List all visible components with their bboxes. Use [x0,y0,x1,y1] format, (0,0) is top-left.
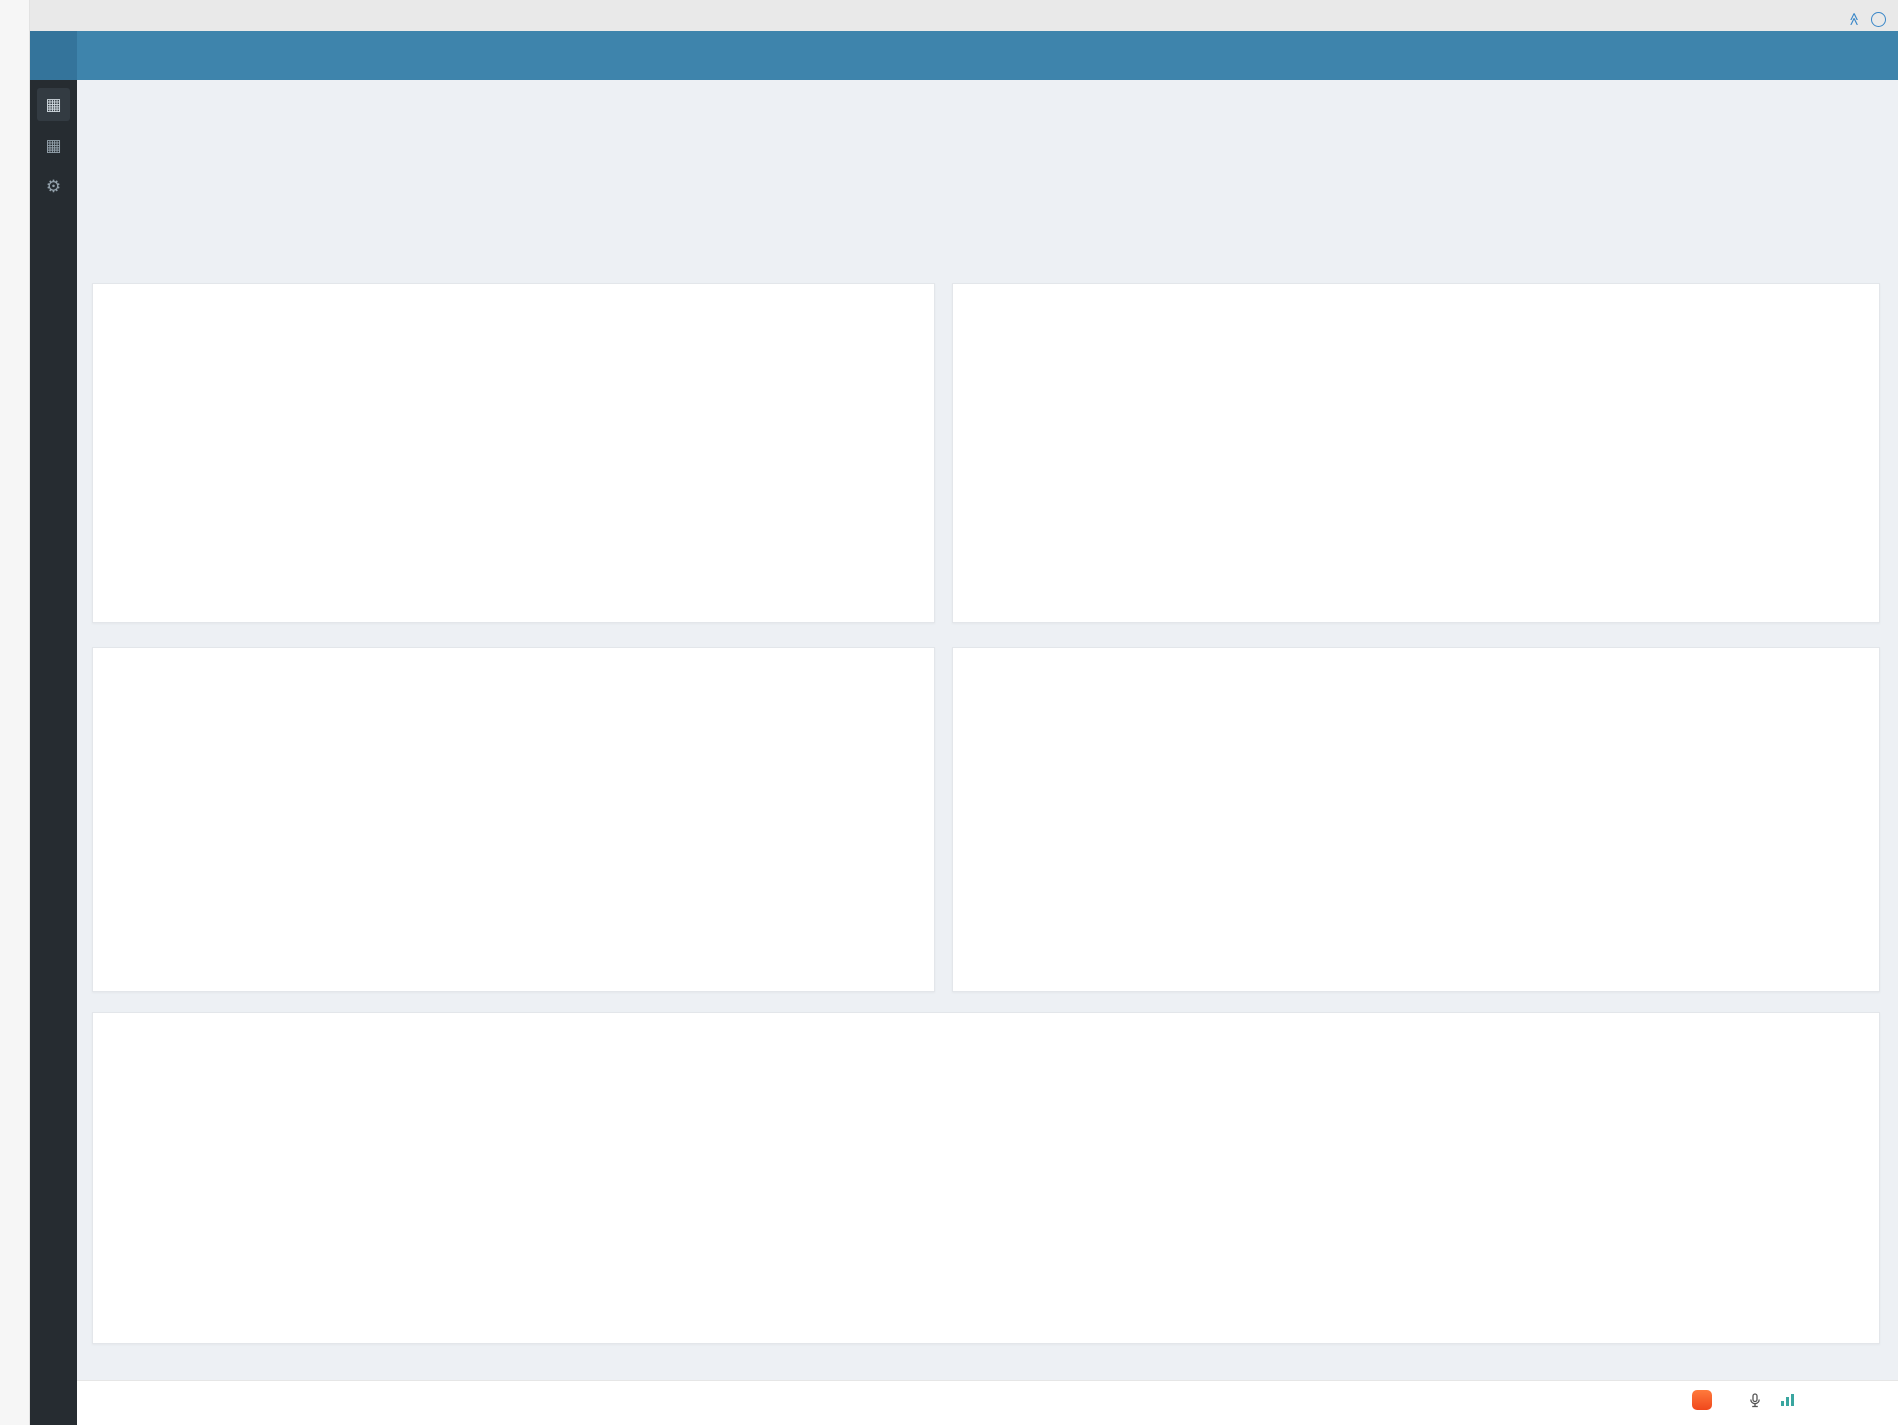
main-content [77,80,1898,1425]
product-pie-chart[interactable] [443,728,655,940]
panel-monthly [92,283,935,623]
sidebar-item-dashboard[interactable]: ▦ [37,88,70,121]
ime-toolbar [1692,1390,1813,1410]
help-icon[interactable] [1871,12,1886,27]
origin-line-chart [953,648,1881,993]
home-button[interactable] [30,31,77,80]
grid-icon: ▦ [45,95,61,115]
collapse-tabs-icon[interactable]: ≪ [1846,12,1862,26]
gear-icon: ⚙ [46,177,61,197]
app-header [30,31,1898,80]
sidebar-item-settings[interactable]: ⚙ [37,170,70,203]
panel-judge [92,1012,1880,1344]
ime-mic-icon[interactable] [1748,1393,1762,1408]
judge-area-chart [93,1013,1881,1345]
sogou-logo[interactable] [1692,1390,1712,1410]
panel-daily [952,283,1880,623]
grid-icon: ▦ [45,136,61,156]
tab-bar: ≪ [30,0,1898,31]
panel-origin [952,647,1880,992]
daily-scatter-chart [953,284,1881,624]
sidebar: ▦ ▦ ⚙ [30,80,77,1425]
ime-stats-icon[interactable] [1780,1393,1795,1407]
page-footer [77,1380,1898,1425]
dashboard-window: ≪ ▦ ▦ ⚙ [0,0,1898,1425]
left-collapse-strip [0,0,30,1425]
sidebar-item-modules[interactable]: ▦ [37,129,70,162]
monthly-bar-chart [93,284,936,624]
panel-product [92,647,935,992]
